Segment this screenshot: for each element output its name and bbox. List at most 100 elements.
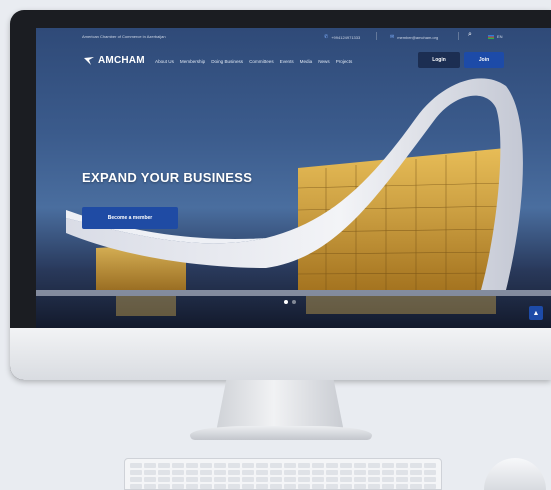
logo-bird-icon: [84, 56, 94, 65]
keyboard-key: [368, 477, 380, 482]
keyboard-key: [130, 470, 142, 475]
keyboard-key: [144, 477, 156, 482]
keyboard-key: [214, 477, 226, 482]
keyboard-key: [326, 470, 338, 475]
keyboard-key: [144, 470, 156, 475]
keyboard-key: [242, 463, 254, 468]
mouse: [484, 458, 546, 490]
nav-item-committees[interactable]: Committees: [249, 59, 274, 64]
keyboard-key: [200, 484, 212, 489]
keyboard-key: [200, 477, 212, 482]
login-button[interactable]: Login: [418, 52, 460, 68]
slider-dot-2[interactable]: [292, 300, 296, 304]
keyboard-key: [284, 484, 296, 489]
keyboard-key: [312, 484, 324, 489]
keyboard-key: [242, 470, 254, 475]
keyboard-key: [242, 484, 254, 489]
nav-item-events[interactable]: Events: [280, 59, 294, 64]
search-icon[interactable]: ⌕: [468, 31, 472, 39]
keyboard-key: [410, 470, 422, 475]
phone-icon: ✆: [324, 34, 329, 40]
keyboard-key: [130, 463, 142, 468]
keyboard-key: [298, 463, 310, 468]
keyboard-key: [256, 463, 268, 468]
keyboard-key: [172, 463, 184, 468]
keyboard-key: [158, 484, 170, 489]
keyboard-key: [214, 484, 226, 489]
monitor-chin: [10, 328, 551, 380]
keyboard-key: [242, 477, 254, 482]
divider: [376, 32, 377, 40]
keyboard-key: [382, 463, 394, 468]
slider-dot-1[interactable]: [284, 300, 288, 304]
hero-headline: EXPAND YOUR BUSINESS: [82, 170, 253, 185]
keyboard-key: [326, 484, 338, 489]
keyboard-key: [172, 477, 184, 482]
logo-text: AMCHAM: [98, 55, 145, 66]
keyboard-key: [410, 463, 422, 468]
website-screen: American Chamber of Commerce in Azerbaij…: [36, 28, 551, 328]
keyboard-key: [270, 463, 282, 468]
keyboard-key: [326, 477, 338, 482]
nav-item-membership[interactable]: Membership: [180, 59, 205, 64]
nav-item-media[interactable]: Media: [300, 59, 313, 64]
keyboard-key: [340, 477, 352, 482]
keyboard-key: [382, 477, 394, 482]
keyboard-key: [396, 477, 408, 482]
chevron-up-icon[interactable]: ▲: [529, 306, 543, 320]
keyboard-key: [424, 477, 436, 482]
join-button[interactable]: Join: [464, 52, 504, 68]
top-info-bar: American Chamber of Commerce in Azerbaij…: [36, 28, 551, 44]
keyboard-key: [354, 470, 366, 475]
email-address: member@amcham.org: [397, 34, 439, 40]
keyboard-key: [144, 484, 156, 489]
amcham-logo[interactable]: AMCHAM: [84, 55, 145, 66]
keyboard-key: [410, 477, 422, 482]
keyboard-key: [312, 463, 324, 468]
keyboard-key: [424, 463, 436, 468]
become-member-button[interactable]: Become a member: [82, 207, 178, 229]
language-label: EN: [497, 34, 503, 39]
keyboard-key: [382, 470, 394, 475]
email-link[interactable]: ✉ member@amcham.org: [390, 34, 438, 40]
keyboard-key: [354, 484, 366, 489]
organization-name: American Chamber of Commerce in Azerbaij…: [82, 34, 166, 39]
monitor-bezel: American Chamber of Commerce in Azerbaij…: [10, 10, 551, 380]
keyboard-key: [396, 463, 408, 468]
phone-link[interactable]: ✆ +994124971333: [324, 34, 360, 40]
nav-item-news[interactable]: News: [318, 59, 330, 64]
keyboard-key: [284, 463, 296, 468]
keyboard-key: [158, 477, 170, 482]
flag-icon: [488, 34, 494, 39]
keyboard-key: [298, 470, 310, 475]
keyboard-key: [382, 484, 394, 489]
monitor-base: [190, 426, 372, 440]
keyboard-key: [396, 484, 408, 489]
keyboard-key: [214, 470, 226, 475]
keyboard-key: [130, 477, 142, 482]
keyboard-key: [340, 484, 352, 489]
keyboard-key: [158, 463, 170, 468]
keyboard-key: [368, 463, 380, 468]
keyboard-key: [144, 463, 156, 468]
keyboard-key: [368, 484, 380, 489]
keyboard-key: [228, 484, 240, 489]
keyboard-key: [256, 470, 268, 475]
nav-item-projects[interactable]: Projects: [336, 59, 353, 64]
keyboard-key: [284, 477, 296, 482]
keyboard-key: [228, 463, 240, 468]
nav-item-doing-business[interactable]: Doing Business: [211, 59, 243, 64]
keyboard-key: [270, 477, 282, 482]
keyboard-key: [424, 484, 436, 489]
keyboard-key: [368, 470, 380, 475]
language-selector[interactable]: EN: [488, 34, 503, 39]
keyboard-key: [340, 470, 352, 475]
keyboard-key: [214, 463, 226, 468]
nav-item-about-us[interactable]: About Us: [155, 59, 174, 64]
keyboard-key: [340, 463, 352, 468]
keyboard-key: [312, 477, 324, 482]
keyboard-key: [312, 470, 324, 475]
keyboard-key: [172, 470, 184, 475]
keyboard-key: [284, 470, 296, 475]
keyboard-key: [410, 484, 422, 489]
